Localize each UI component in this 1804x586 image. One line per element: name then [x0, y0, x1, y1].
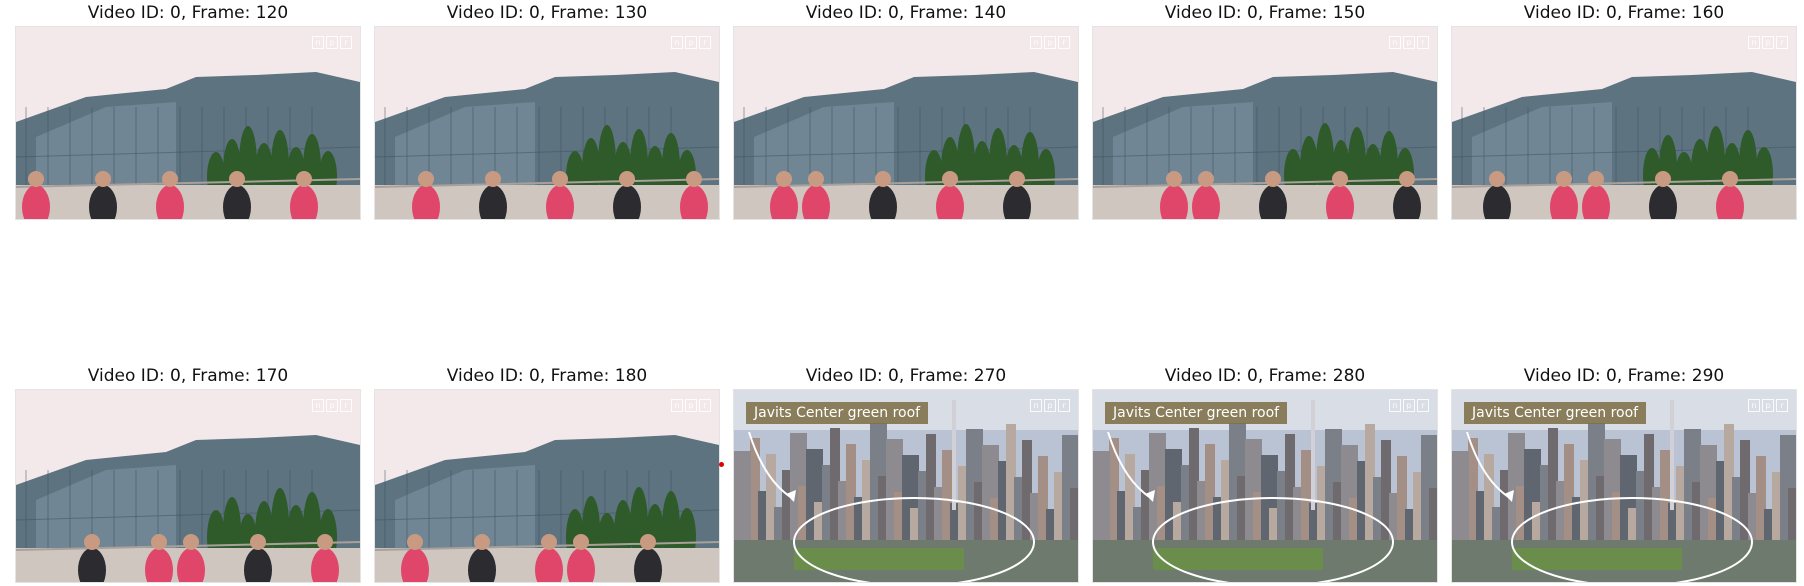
frame-cell-290: Video ID: 0, Frame: 290 Javits Center gr… [1451, 363, 1797, 583]
watermark-letter: r [1776, 399, 1788, 412]
frame-thumbnail: npr [1451, 26, 1797, 220]
frame-cell-170: Video ID: 0, Frame: 170 npr [15, 363, 361, 583]
watermark-letter: p [1403, 36, 1415, 49]
watermark-letter: r [1058, 399, 1070, 412]
frame-caption: Video ID: 0, Frame: 290 [1523, 366, 1725, 386]
npr-watermark: npr [1748, 36, 1788, 49]
npr-watermark: npr [1748, 399, 1788, 412]
frame-thumbnail: npr [15, 389, 361, 583]
frame-caption: Video ID: 0, Frame: 280 [1164, 366, 1366, 386]
frame-cell-180: Video ID: 0, Frame: 180 npr [374, 363, 720, 583]
frame-caption: Video ID: 0, Frame: 120 [87, 3, 289, 23]
frame-cell-280: Video ID: 0, Frame: 280 Javits Center gr… [1092, 363, 1438, 583]
watermark-letter: p [1044, 399, 1056, 412]
frame-thumbnail: Javits Center green roof npr [1451, 389, 1797, 583]
npr-watermark: npr [1389, 399, 1429, 412]
frame-cell-270: Video ID: 0, Frame: 270 Javits Center gr… [733, 363, 1079, 583]
npr-watermark: npr [671, 36, 711, 49]
npr-watermark: npr [312, 36, 352, 49]
watermark-letter: r [1417, 36, 1429, 49]
watermark-letter: n [1748, 36, 1760, 49]
watermark-letter: n [1389, 399, 1401, 412]
watermark-letter: p [326, 399, 338, 412]
overlay-label: Javits Center green roof [1105, 402, 1288, 424]
frame-thumbnail: Javits Center green roof npr [733, 389, 1079, 583]
frame-thumbnail: npr [15, 26, 361, 220]
overlay-label: Javits Center green roof [1464, 402, 1647, 424]
overlay-label: Javits Center green roof [746, 402, 929, 424]
frame-image [16, 27, 360, 219]
npr-watermark: npr [1030, 36, 1070, 49]
watermark-letter: r [340, 399, 352, 412]
watermark-letter: p [1403, 399, 1415, 412]
npr-watermark: npr [1389, 36, 1429, 49]
watermark-letter: r [1058, 36, 1070, 49]
watermark-letter: r [1417, 399, 1429, 412]
npr-watermark: npr [1030, 399, 1070, 412]
watermark-letter: n [312, 399, 324, 412]
watermark-letter: n [1030, 399, 1042, 412]
frame-caption: Video ID: 0, Frame: 170 [87, 366, 289, 386]
frame-cell-150: Video ID: 0, Frame: 150 npr [1092, 0, 1438, 220]
frame-image [375, 390, 719, 582]
frame-caption: Video ID: 0, Frame: 160 [1523, 3, 1725, 23]
watermark-letter: n [671, 36, 683, 49]
watermark-letter: n [1389, 36, 1401, 49]
frame-caption: Video ID: 0, Frame: 140 [805, 3, 1007, 23]
red-dot-marker [719, 462, 724, 467]
watermark-letter: n [312, 36, 324, 49]
watermark-letter: r [699, 399, 711, 412]
frame-image [1093, 27, 1437, 219]
watermark-letter: p [685, 36, 697, 49]
frame-image [1452, 27, 1796, 219]
frame-thumbnail: npr [1092, 26, 1438, 220]
frame-caption: Video ID: 0, Frame: 130 [446, 3, 648, 23]
frame-caption: Video ID: 0, Frame: 270 [805, 366, 1007, 386]
frame-image [734, 27, 1078, 219]
watermark-letter: n [1030, 36, 1042, 49]
frame-cell-160: Video ID: 0, Frame: 160 npr [1451, 0, 1797, 220]
watermark-letter: p [1044, 36, 1056, 49]
frame-thumbnail: Javits Center green roof npr [1092, 389, 1438, 583]
watermark-letter: n [1748, 399, 1760, 412]
watermark-letter: r [699, 36, 711, 49]
watermark-letter: r [1776, 36, 1788, 49]
frame-cell-120: Video ID: 0, Frame: 120 npr [15, 0, 361, 220]
frame-thumbnail: npr [374, 26, 720, 220]
frame-caption: Video ID: 0, Frame: 150 [1164, 3, 1366, 23]
npr-watermark: npr [312, 399, 352, 412]
watermark-letter: n [671, 399, 683, 412]
watermark-letter: p [685, 399, 697, 412]
frame-cell-130: Video ID: 0, Frame: 130 npr [374, 0, 720, 220]
frame-cell-140: Video ID: 0, Frame: 140 npr [733, 0, 1079, 220]
watermark-letter: p [326, 36, 338, 49]
frame-image [375, 27, 719, 219]
frame-caption: Video ID: 0, Frame: 180 [446, 366, 648, 386]
watermark-letter: p [1762, 399, 1774, 412]
frame-image [16, 390, 360, 582]
frame-thumbnail: npr [733, 26, 1079, 220]
watermark-letter: r [340, 36, 352, 49]
frame-thumbnail: npr [374, 389, 720, 583]
watermark-letter: p [1762, 36, 1774, 49]
npr-watermark: npr [671, 399, 711, 412]
